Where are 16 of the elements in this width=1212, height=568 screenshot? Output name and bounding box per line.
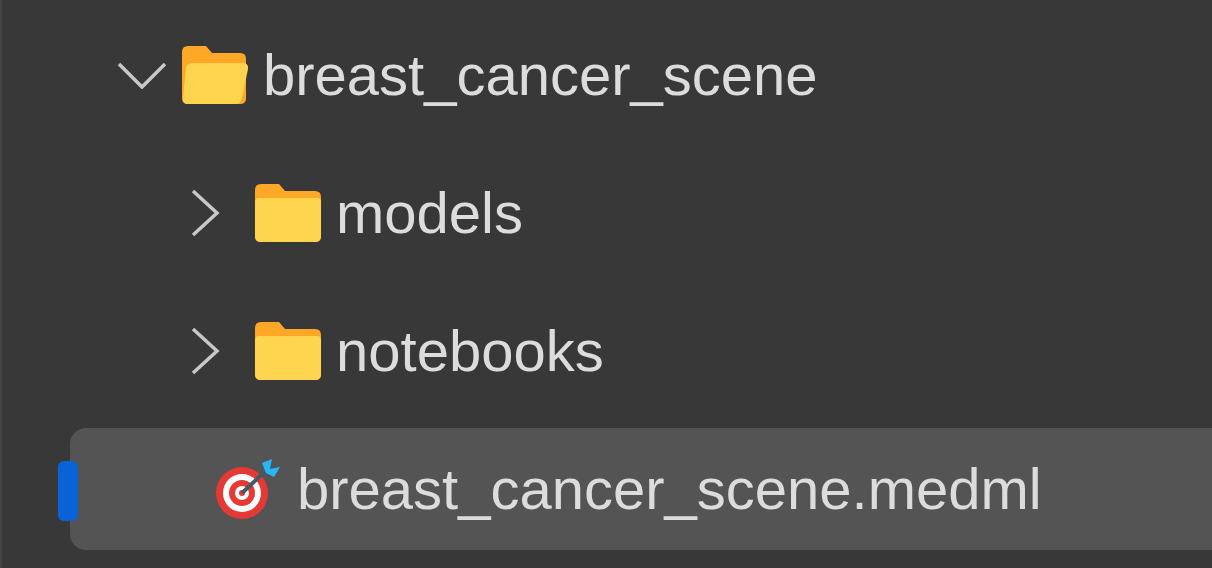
file-name: breast_cancer_scene.medml <box>297 460 1042 518</box>
selection-indicator <box>58 461 78 521</box>
file-name: models <box>336 184 523 242</box>
folder-icon <box>255 322 321 380</box>
file-name: notebooks <box>336 322 604 380</box>
chevron-right-icon[interactable] <box>190 327 220 375</box>
chevron-right-icon[interactable] <box>190 189 220 237</box>
tree-item[interactable]: breast_cancer_scene <box>70 14 1212 136</box>
folder-open-icon <box>182 46 248 104</box>
file-name: breast_cancer_scene <box>263 46 818 104</box>
target-dart-icon <box>214 459 282 519</box>
folder-icon <box>255 184 321 242</box>
selected-tree-item[interactable]: breast_cancer_scene.medml <box>70 428 1212 550</box>
tree-item[interactable]: notebooks <box>70 290 1212 412</box>
tree-item[interactable]: models <box>70 152 1212 274</box>
chevron-down-icon[interactable] <box>117 61 167 89</box>
